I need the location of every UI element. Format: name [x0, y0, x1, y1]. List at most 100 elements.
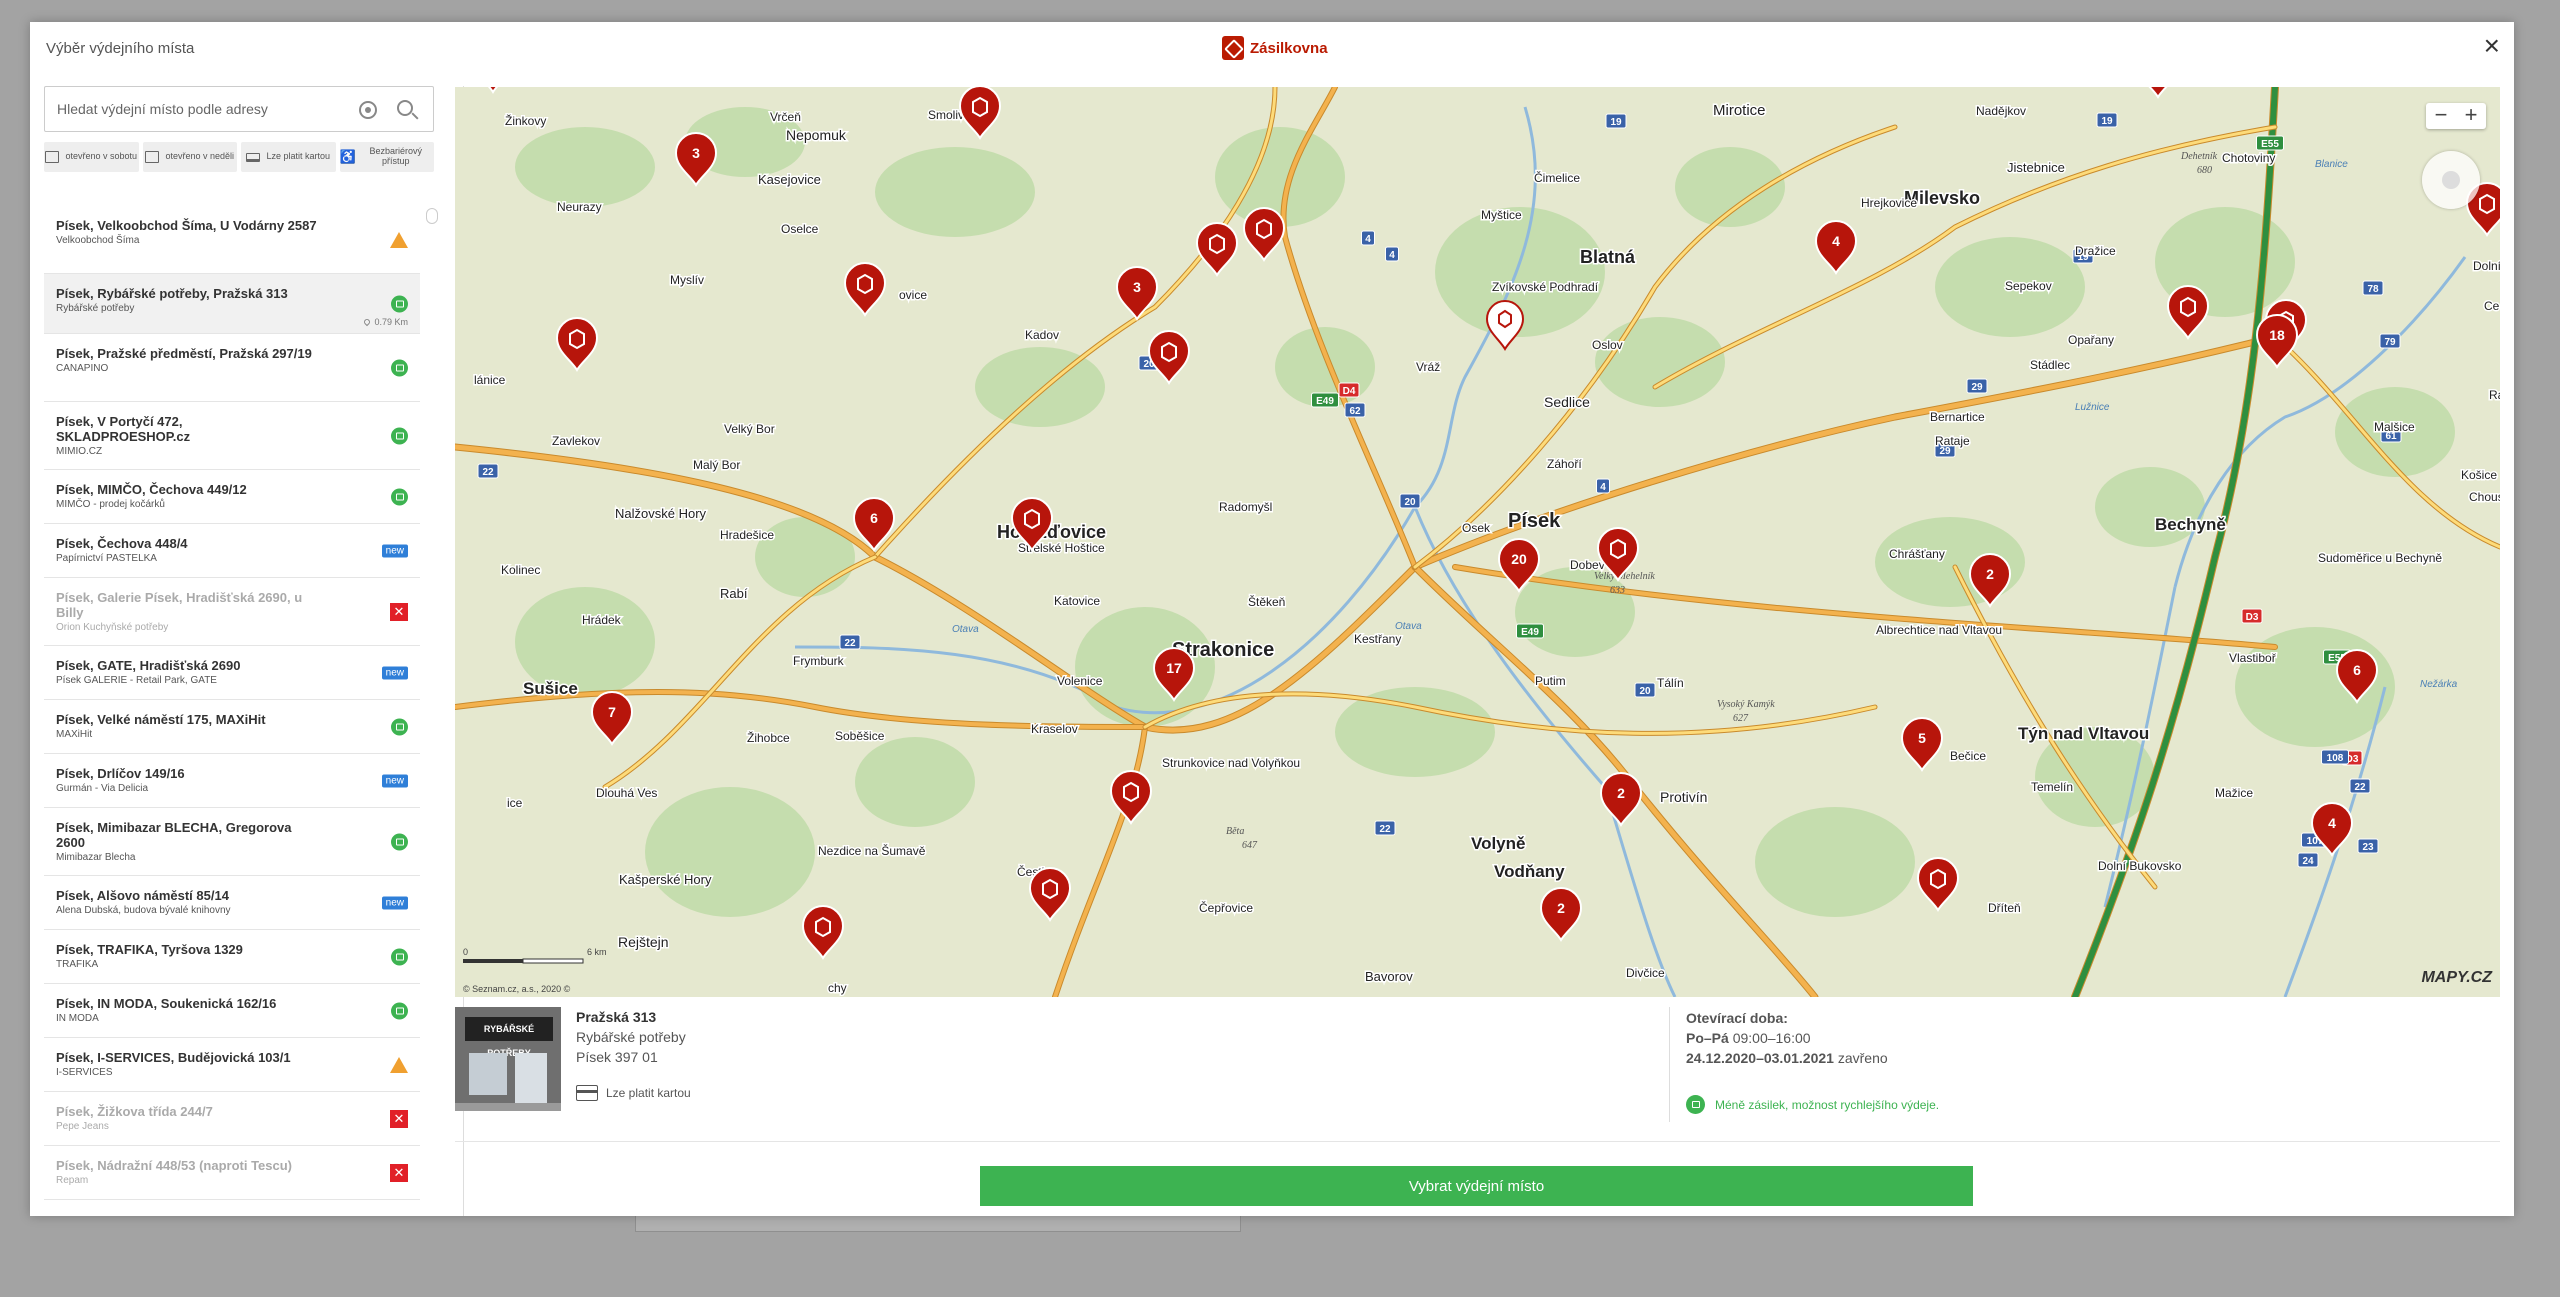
town-label: Frymburk [793, 654, 845, 668]
list-item[interactable]: Písek, GATE, Hradišťská 2690 Písek GALERI… [44, 646, 420, 700]
select-pickup-point-button[interactable]: Vybrat výdejní místo [980, 1166, 1973, 1206]
list-item[interactable]: Písek, Pražské předměstí, Pražská 297/19… [44, 334, 420, 402]
opening-hours: Otevírací doba: Po–Pá 09:00–16:00 24.12.… [1686, 1008, 1888, 1068]
pickup-point-modal: Výběr výdejního místa Zásilkovna × otevř… [30, 22, 2514, 1216]
pickup-point-marker[interactable] [473, 87, 513, 94]
town-label: Opařany [2068, 333, 2114, 347]
forest-area [975, 347, 1105, 427]
status-closed-icon: ✕ [390, 1163, 408, 1182]
holiday-row: 24.12.2020–03.01.2021 zavřeno [1686, 1048, 1888, 1068]
town-label: Volenice [1057, 674, 1103, 688]
filter-wheelchair-access[interactable]: ♿ Bezbariérový přístup [339, 142, 434, 172]
forest-area [1335, 687, 1495, 777]
cluster-marker[interactable]: 5 [1900, 717, 1944, 772]
pickup-point-marker[interactable] [1195, 222, 1239, 277]
pickup-point-marker[interactable] [555, 317, 599, 372]
list-item[interactable]: Písek, Mimibazar BLECHA, Gregorova 2600 M… [44, 808, 420, 876]
list-item[interactable]: Písek, V Portyčí 472, SKLADPROESHOP.cz MI… [44, 402, 420, 470]
peak-elevation: 633 [1610, 585, 1625, 596]
list-item[interactable]: Písek, Galerie Písek, Hradišťská 2690, u… [44, 578, 420, 646]
pickup-point-marker[interactable] [1147, 330, 1191, 385]
search-input[interactable] [45, 87, 345, 131]
list-item[interactable]: Písek, IN MODA, Soukenická 162/16 IN MODA [44, 984, 420, 1038]
cluster-marker[interactable]: 18 [2255, 314, 2299, 369]
filter-label: Lze platit kartou [266, 151, 331, 162]
town-label: Dříteň [1988, 901, 2021, 915]
filter-card-payment[interactable]: Lze platit kartou [241, 142, 336, 172]
list-item[interactable]: Písek, MIMČO, Čechova 449/12 MIMČO - prod… [44, 470, 420, 524]
pickup-point-marker[interactable] [843, 262, 887, 317]
item-subtitle: TRAFIKA [56, 959, 99, 970]
pickup-point-marker[interactable] [801, 905, 845, 960]
filter-open-saturday[interactable]: otevřeno v sobotu [44, 142, 139, 172]
town-label: Dolní [2473, 259, 2500, 273]
cluster-marker[interactable]: 4 [1814, 220, 1858, 275]
list-item[interactable]: Písek, Velkoobchod Šíma, U Vodárny 2587 V… [44, 206, 420, 274]
list-item[interactable]: Písek, Čechova 448/4 Papírnictví PASTELKA… [44, 524, 420, 578]
cluster-marker[interactable]: 7 [590, 691, 634, 746]
pickup-point-marker[interactable] [1916, 857, 1960, 912]
list-item[interactable]: Písek, Drlíčov 149/16 Gurmán - Via Delici… [44, 754, 420, 808]
item-subtitle: Papírnictví PASTELKA [56, 553, 157, 564]
peak-elevation: 647 [1242, 840, 1258, 851]
cluster-marker[interactable]: 2 [1599, 772, 1643, 827]
cluster-count: 2 [1557, 900, 1565, 916]
town-label: Rataje [1935, 434, 1970, 448]
compass-control[interactable] [2422, 151, 2480, 209]
forest-area [1755, 807, 1915, 917]
status-new-badge: new [381, 544, 408, 557]
zoom-in-button[interactable]: + [2456, 103, 2486, 129]
road-number: 24 [2302, 856, 2314, 867]
filter-label: otevřeno v neděli [165, 151, 235, 162]
scrollbar[interactable] [426, 208, 438, 224]
cluster-marker[interactable]: 2 [1539, 887, 1583, 942]
map-canvas[interactable]: 06 km19191944202020292922222222E49E49D46… [455, 87, 2500, 997]
town-label: Dobev [1570, 558, 1605, 572]
zoom-out-button[interactable]: − [2426, 103, 2456, 129]
pickup-point-marker[interactable] [2138, 87, 2178, 99]
pickup-point-marker[interactable] [1109, 770, 1153, 825]
road-number: 20 [1404, 497, 1416, 508]
calendar-icon [145, 151, 160, 163]
pickup-point-marker[interactable] [1242, 207, 1286, 262]
marker-pin [843, 262, 887, 317]
locate-me-icon[interactable] [359, 101, 377, 119]
item-subtitle: IN MODA [56, 1013, 99, 1024]
pickup-point-list: Písek, Velkoobchod Šíma, U Vodárny 2587 V… [44, 206, 420, 1200]
list-item[interactable]: Písek, I-SERVICES, Budějovická 103/1 I-SE… [44, 1038, 420, 1092]
list-item[interactable]: Písek, Rybářské potřeby, Pražská 313 Rybá… [44, 274, 420, 334]
road-number: 4 [1365, 234, 1371, 245]
search-icon[interactable] [397, 100, 413, 116]
town-label: Neurazy [557, 200, 602, 214]
list-item[interactable]: Písek, Alšovo náměstí 85/14 Alena Dubská,… [44, 876, 420, 930]
status-ok-icon [391, 948, 408, 965]
river-label: Lužnice [2075, 402, 2110, 413]
pickup-point-marker[interactable] [1028, 867, 1072, 922]
town-label: Rabí [720, 586, 748, 601]
road-number: 22 [2354, 782, 2366, 793]
town-label: Čimelice [1534, 170, 1580, 185]
marker-pin [801, 905, 845, 960]
close-icon[interactable]: × [2484, 32, 2500, 60]
list-item[interactable]: Písek, Velké náměstí 175, MAXiHit MAXiHit [44, 700, 420, 754]
filter-open-sunday[interactable]: otevřeno v neděli [142, 142, 237, 172]
list-item[interactable]: Písek, Nádražní 448/53 (naproti Tescu) Re… [44, 1146, 420, 1200]
list-item[interactable]: Písek, Žižkova třída 244/7 Pepe Jeans ✕ [44, 1092, 420, 1146]
town-label: Ce [2484, 299, 2500, 313]
pickup-point-marker[interactable] [958, 87, 1002, 140]
hours-title: Otevírací doba: [1686, 1010, 1788, 1026]
town-label: Kraselov [1031, 722, 1078, 736]
status-new-badge: new [381, 666, 408, 679]
town-label: Kestřany [1354, 632, 1401, 646]
road-number: 19 [1610, 117, 1622, 128]
selected-point-marker[interactable] [1485, 300, 1525, 351]
town-label: Blatná [1580, 247, 1636, 267]
status-ok-icon [391, 1002, 408, 1019]
item-name: Písek, Mimibazar BLECHA, Gregorova 2600 [56, 820, 292, 850]
cluster-marker[interactable]: 3 [674, 132, 718, 187]
holiday-range: 24.12.2020–03.01.2021 [1686, 1050, 1834, 1066]
marker-pin [2148, 87, 2168, 99]
map[interactable]: 06 km 19 19 19 4 4 20 20 20 29 29 22 22 22 22 E49 E49 D4 6… [455, 87, 2500, 997]
pickup-point-marker[interactable] [2166, 285, 2210, 340]
list-item[interactable]: Písek, TRAFIKA, Tyršova 1329 TRAFIKA [44, 930, 420, 984]
